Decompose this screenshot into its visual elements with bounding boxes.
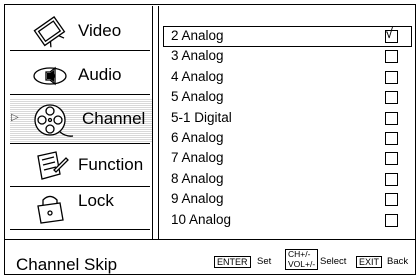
channel-row[interactable]: 10 Analog	[164, 211, 411, 230]
menu-item-video[interactable]: Video	[10, 12, 152, 54]
menu-item-label: Function	[78, 155, 144, 174]
menu-item-label: Lock	[78, 191, 114, 210]
channel-name: 10 Analog	[171, 211, 232, 227]
channel-row[interactable]: 9 Analog	[164, 190, 411, 209]
checkmark-icon: √	[385, 25, 394, 42]
channel-row[interactable]: 6 Analog	[164, 129, 411, 148]
menu-divider	[10, 50, 150, 51]
channel-name: 6 Analog	[171, 130, 224, 145]
skip-checkbox[interactable]	[385, 172, 398, 186]
enter-key-badge: ENTER	[214, 256, 251, 268]
column-divider	[158, 6, 159, 239]
column-divider	[152, 6, 153, 239]
menu-divider	[10, 143, 150, 144]
channel-row[interactable]: 5 Analog	[164, 88, 411, 107]
channel-name: 9 Analog	[171, 191, 224, 207]
menu-divider	[10, 186, 150, 187]
menu-divider	[10, 229, 150, 230]
channel-row[interactable]: 5-1 Digital	[164, 109, 411, 128]
channel-name: 4 Analog	[171, 68, 224, 84]
menu-item-channel[interactable]: ▷ Channel	[10, 98, 152, 142]
menu-item-lock[interactable]: Lock	[10, 188, 152, 230]
back-hint: Back	[387, 256, 409, 267]
channel-name: 2 Analog	[171, 28, 224, 43]
pointer-triangle-icon: ▷	[11, 112, 19, 123]
ch-vol-key-badge: CH+/- VOL+/-	[285, 249, 319, 270]
skip-checkbox[interactable]: √	[385, 26, 398, 43]
channel-name: 3 Analog	[171, 48, 224, 64]
menu-divider	[10, 94, 150, 95]
exit-key-badge: EXIT	[356, 256, 383, 268]
select-hint: Select	[320, 256, 347, 267]
menu-item-audio[interactable]: Audio	[10, 56, 152, 98]
footer-divider	[4, 239, 416, 240]
menu-item-label: Audio	[78, 65, 122, 84]
lock-padlock-icon	[30, 190, 70, 226]
page-title: Channel Skip	[16, 255, 118, 274]
skip-checkbox[interactable]	[385, 111, 398, 125]
channel-row[interactable]: 4 Analog	[164, 68, 411, 87]
audio-speaker-icon	[30, 58, 70, 94]
channel-name: 7 Analog	[171, 150, 224, 166]
enter-hint: Set	[257, 256, 272, 267]
skip-checkbox[interactable]	[385, 91, 398, 105]
tv-osd-menu: Video Audio ▷ Channel Function Lock Chan…	[0, 0, 420, 279]
channel-name: 5-1 Digital	[171, 109, 232, 125]
menu-item-label: Channel	[82, 109, 146, 128]
channel-row[interactable]: 2 Analog √	[163, 26, 412, 47]
vol-key-label: VOL+/-	[288, 258, 316, 269]
skip-checkbox[interactable]	[385, 152, 398, 166]
channel-name: 5 Analog	[171, 89, 224, 105]
video-tv-icon	[30, 14, 70, 50]
skip-checkbox[interactable]	[385, 193, 398, 207]
skip-checkbox[interactable]	[385, 50, 398, 64]
channel-row[interactable]: 7 Analog	[164, 149, 411, 168]
channel-film-reel-icon	[30, 101, 74, 137]
skip-checkbox[interactable]	[385, 132, 398, 145]
skip-checkbox[interactable]	[385, 70, 398, 84]
menu-item-label: Video	[78, 21, 122, 40]
skip-checkbox[interactable]	[385, 213, 398, 227]
channel-row[interactable]: 3 Analog	[164, 47, 411, 66]
function-notepad-icon	[30, 148, 70, 184]
channel-name: 8 Analog	[171, 170, 224, 186]
menu-item-function[interactable]: Function	[10, 146, 152, 188]
ch-key-label: CH+/-	[288, 249, 311, 259]
channel-row[interactable]: 8 Analog	[164, 170, 411, 189]
